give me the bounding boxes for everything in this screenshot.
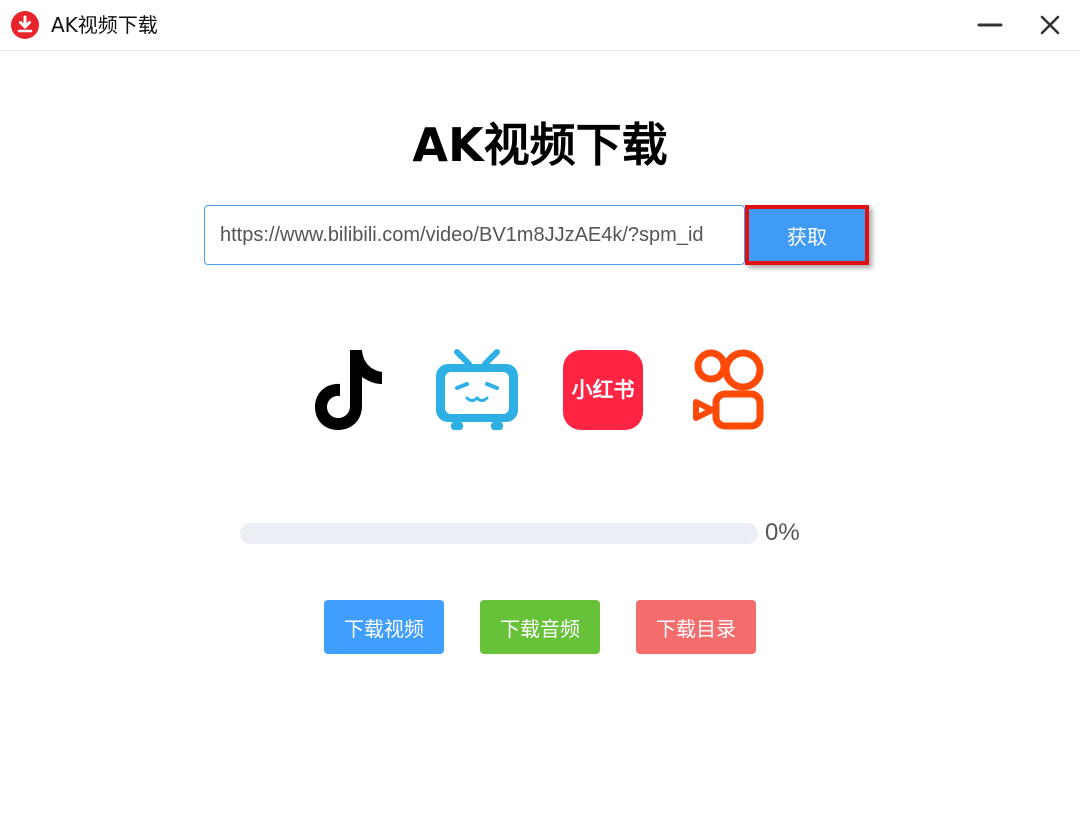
url-input[interactable] — [204, 205, 745, 265]
tiktok-logo-icon — [312, 348, 390, 432]
minimize-icon — [977, 23, 1003, 27]
xiaohongshu-label: 小红书 — [572, 378, 635, 402]
progress-percentage: 0% — [765, 519, 800, 546]
close-button[interactable] — [1033, 8, 1067, 42]
bilibili-tv-icon — [433, 348, 521, 432]
xiaohongshu-logo-icon: 小红书 — [563, 350, 643, 434]
close-icon — [1040, 15, 1060, 35]
kuaishou-logo-icon — [690, 348, 768, 432]
title-bar: AK视频下载 — [0, 0, 1080, 51]
download-audio-button[interactable]: 下载音频 — [480, 600, 600, 654]
page-title: AK视频下载 — [412, 118, 668, 172]
window-title: AK视频下载 — [51, 13, 158, 37]
minimize-button[interactable] — [973, 8, 1007, 42]
progress-bar — [240, 523, 758, 544]
download-video-button[interactable]: 下载视频 — [324, 600, 444, 654]
fetch-button[interactable]: 获取 — [745, 205, 869, 265]
download-directory-button[interactable]: 下载目录 — [636, 600, 756, 654]
download-circle-icon — [10, 10, 40, 40]
